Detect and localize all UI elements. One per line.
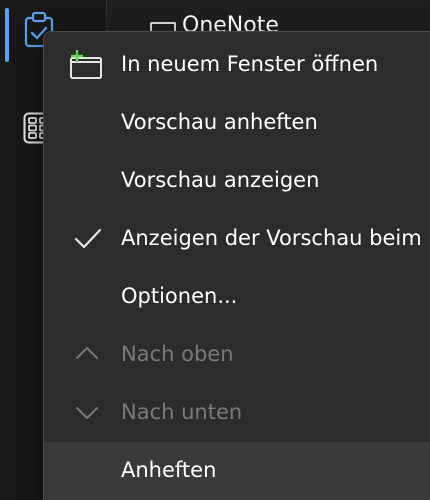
menu-item-label: In neuem Fenster öffnen	[121, 52, 379, 76]
menu-item-label: Optionen...	[121, 284, 238, 308]
menu-item-pin[interactable]: Anheften	[44, 442, 430, 500]
menu-item-move-down[interactable]: Nach unten	[44, 384, 430, 442]
menu-item-label: Vorschau anzeigen	[121, 168, 320, 192]
nav-selection-indicator	[5, 8, 9, 62]
menu-item-options[interactable]: Optionen...	[44, 268, 430, 326]
menu-item-move-up[interactable]: Nach oben	[44, 326, 430, 384]
background-window-title: OneNote	[150, 0, 430, 38]
desktop-stage: OneNote In neuem Fenster öffnen Vorschau…	[0, 0, 430, 500]
menu-item-show-preview[interactable]: Vorschau anzeigen	[44, 152, 430, 210]
menu-item-label: Nach oben	[121, 342, 234, 366]
chevron-up-icon	[75, 346, 109, 370]
menu-item-show-preview-on-hover[interactable]: Anzeigen der Vorschau beim	[44, 210, 430, 268]
menu-item-open-new-window[interactable]: In neuem Fenster öffnen	[44, 36, 430, 94]
menu-item-label: Nach unten	[121, 400, 243, 424]
chevron-down-icon	[75, 406, 109, 430]
menu-item-label: Vorschau anheften	[121, 110, 318, 134]
context-menu: In neuem Fenster öffnen Vorschau anhefte…	[43, 31, 430, 500]
new-window-icon	[68, 50, 102, 79]
menu-item-pin-preview[interactable]: Vorschau anheften	[44, 94, 430, 152]
menu-item-label: Anheften	[121, 458, 217, 482]
menu-item-label: Anzeigen der Vorschau beim	[121, 226, 422, 250]
checkmark-icon	[74, 228, 108, 252]
